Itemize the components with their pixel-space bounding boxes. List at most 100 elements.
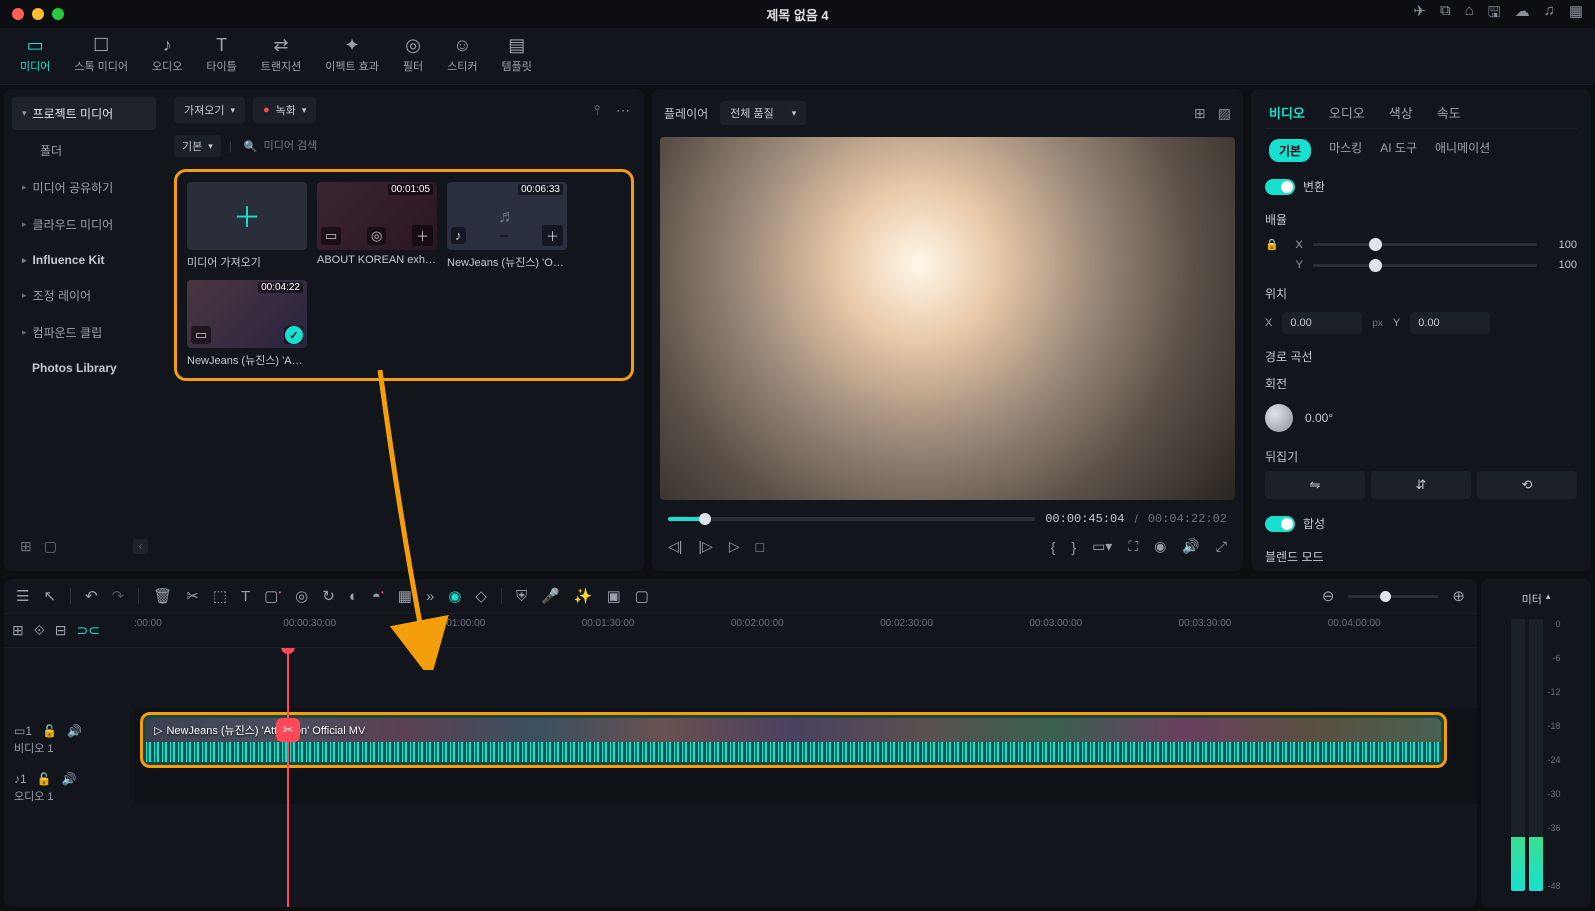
minimize-window[interactable] [32,8,44,20]
playhead[interactable] [287,648,289,907]
aspect-icon[interactable]: ▭▾ [1092,538,1112,555]
import-dropdown[interactable]: 가져오기▾ [174,97,245,123]
video-clip-highlighted[interactable]: ▷NewJeans (뉴진스) 'Attention' Official MV [140,712,1447,768]
sidebar-item-folder[interactable]: 폴더 [12,134,156,167]
sidebar-item-share-media[interactable]: ▸미디어 공유하기 [12,171,156,204]
sidebar-item-influence-kit[interactable]: ▸Influence Kit [12,245,156,275]
tab-audio-insp[interactable]: 오디오 [1329,103,1365,122]
mark-in-button[interactable]: { [1051,539,1056,555]
tab-color[interactable]: 색상 [1389,103,1413,122]
more-tools[interactable]: » [426,588,434,605]
send-icon[interactable]: ✈ [1413,2,1426,27]
keyframe-tool[interactable]: ◇ [475,587,487,605]
flip-horizontal-button[interactable]: ⇋ [1265,471,1365,499]
zoom-slider[interactable] [1348,595,1438,598]
preview-icon[interactable]: ▭ [321,227,341,245]
fullscreen-icon[interactable]: ⛶ [1128,538,1138,555]
mark-out-button[interactable]: } [1071,539,1076,555]
cut-tool[interactable]: ✂ [186,587,199,605]
stop-button[interactable]: □ [756,539,764,555]
color-tool[interactable]: ◐ [349,588,358,605]
cut-indicator[interactable]: ✂ [276,718,300,742]
flip-vertical-button[interactable]: ⇵ [1371,471,1471,499]
volume-icon[interactable]: 🔊 [1182,538,1199,555]
subtab-animation[interactable]: 애니메이션 [1435,139,1490,162]
quality-dropdown[interactable]: 전체 품질▾ [720,101,806,125]
tab-audio[interactable]: ♪오디오 [152,36,182,74]
mute-track-icon[interactable]: 🔊 [62,772,77,786]
scale-x-slider[interactable] [1313,243,1537,246]
new-folder-icon[interactable]: ⊞ [20,538,32,555]
position-x-input[interactable] [1282,312,1362,334]
next-frame-button[interactable]: |▷ [698,538,712,555]
subtab-masking[interactable]: 마스킹 [1329,139,1362,162]
filter-icon[interactable]: ⫯ [590,98,604,123]
zoom-out[interactable]: ⊖ [1322,587,1335,605]
layer-icon[interactable]: ▣ [607,587,621,605]
expand-icon[interactable]: ⤢ [1216,538,1227,555]
more-icon[interactable]: ⋯ [612,98,634,123]
tab-effects[interactable]: ✦이펙트 효과 [325,36,379,74]
lock-track-icon[interactable]: 🔓 [42,724,57,738]
sidebar-item-compound-clip[interactable]: ▸컴파운드 클립 [12,316,156,349]
marker-tool[interactable]: ▢• [264,587,281,605]
subtab-basic[interactable]: 기본 [1269,139,1311,162]
delete-button[interactable]: 🗑 [153,587,172,605]
window-controls[interactable] [12,8,64,20]
grid-view-icon[interactable]: ⊞ [1194,105,1206,122]
grid-icon[interactable]: ▦ [1569,2,1583,27]
media-card-selected[interactable]: 00:04:22▭◎✓ NewJeans (뉴진스) 'A… [187,280,307,368]
position-y-input[interactable] [1410,312,1490,334]
preview-icon[interactable]: ▭ [191,326,211,344]
track-lock-icon[interactable]: ⊟ [55,622,67,639]
audio-track-lane[interactable] [134,772,1477,804]
track-link-icon[interactable]: ⟐ [34,622,45,639]
maximize-window[interactable] [52,8,64,20]
sidebar-item-cloud-media[interactable]: ▸클라우드 미디어 [12,208,156,241]
sidebar-item-adjust-layer[interactable]: ▸조정 레이어 [12,279,156,312]
tab-stock-media[interactable]: ☐스톡 미디어 [74,36,128,74]
tab-video[interactable]: 비디오 [1269,103,1305,122]
wand-icon[interactable]: ✨ [574,587,593,605]
add-to-timeline[interactable]: ＋ [542,225,563,246]
headphone-icon[interactable]: ♫ [1544,2,1555,27]
pointer-tool[interactable]: ↖ [43,587,56,605]
tab-template[interactable]: ▤템플릿 [502,36,532,74]
ai-button[interactable]: ◉ [448,587,461,605]
crop-tool[interactable]: ⬚ [213,587,227,605]
import-media-card[interactable]: ＋ 미디어 가져오기 [187,182,307,270]
palette-tool[interactable]: ◓• [372,588,384,605]
compositing-toggle[interactable] [1265,516,1295,532]
lock-track-icon[interactable]: 🔓 [37,772,52,786]
close-window[interactable] [12,8,24,20]
add-to-timeline[interactable]: ＋ [412,225,433,246]
magnet-icon[interactable]: ⊃⊂ [77,622,100,639]
folder-icon[interactable]: ▢ [44,538,57,555]
player-tab[interactable]: 플레이어 [664,105,708,122]
add-track-icon[interactable]: ⊞ [12,622,24,639]
tab-title[interactable]: T타이틀 [206,36,236,74]
tab-speed[interactable]: 속도 [1437,103,1461,122]
mic-icon[interactable]: 🎤 [541,587,560,605]
timeline-ruler[interactable]: :00:00 00:00:30:00 00:01:00:00 00:01:30:… [134,618,1477,642]
sidebar-item-project-media[interactable]: ▾프로젝트 미디어 [12,97,156,130]
flip-both-button[interactable]: ⟲ [1477,471,1577,499]
laptop-icon[interactable]: ⌂ [1465,2,1474,27]
zoom-in[interactable]: ⊕ [1452,587,1465,605]
redo-button[interactable]: ↷ [112,587,125,605]
adjust-tool[interactable]: ▦ [398,587,412,605]
shield-icon[interactable]: ⛨ [516,588,527,605]
video-track-icon[interactable]: ▭1 [14,724,32,738]
picture-icon[interactable]: ▨ [1218,105,1231,122]
monitor-icon[interactable]: ⧉ [1440,2,1451,27]
media-card[interactable]: 00:01:05▭◎＋ ABOUT KOREAN exh… [317,182,437,270]
tab-transition[interactable]: ⇄트랜지션 [261,36,301,74]
tab-media[interactable]: ▭미디어 [20,36,50,74]
lock-icon[interactable]: 🔒 [1265,238,1279,251]
media-card[interactable]: ♬00:06:33♪＋ NewJeans (뉴진스) 'O… [447,182,567,270]
tag-tool[interactable]: ◎ [295,587,308,605]
video-track-lane[interactable]: ▷NewJeans (뉴진스) 'Attention' Official MV [134,708,1477,772]
text-tool[interactable]: T [241,588,250,605]
scale-y-slider[interactable] [1313,264,1537,267]
mute-track-icon[interactable]: 🔊 [67,724,82,738]
